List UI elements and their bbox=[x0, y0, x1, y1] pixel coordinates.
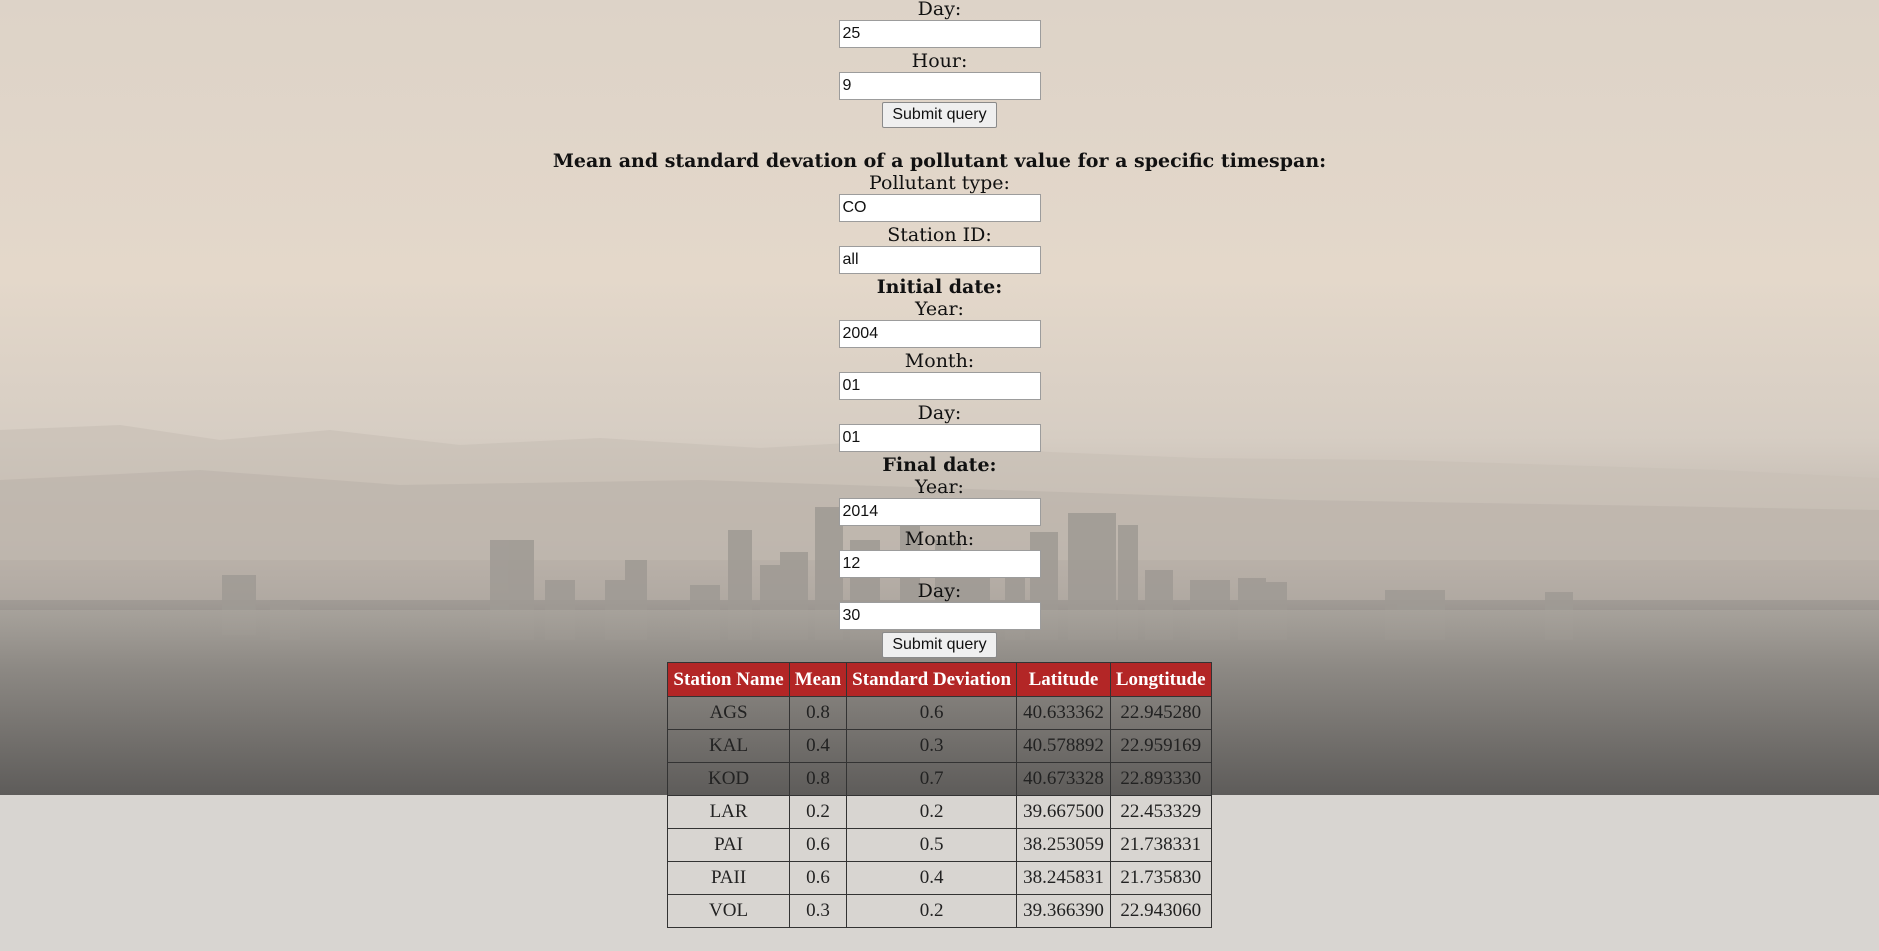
latitude-cell: 39.667500 bbox=[1016, 795, 1111, 829]
longitude-cell: 21.738331 bbox=[1109, 828, 1212, 862]
station-name-cell: KAL bbox=[667, 729, 790, 763]
station-name-cell: PAII bbox=[667, 861, 790, 895]
final-day-label: Day: bbox=[917, 580, 962, 602]
latitude-cell: 39.366390 bbox=[1016, 894, 1111, 928]
longitude-cell: 22.945280 bbox=[1109, 696, 1212, 730]
initial-date-heading: Initial date: bbox=[876, 276, 1003, 298]
std-dev-cell: 0.4 bbox=[846, 861, 1018, 895]
header-standard-deviation: Standard Deviation bbox=[846, 662, 1018, 697]
latitude-cell: 40.673328 bbox=[1016, 762, 1111, 796]
latitude-cell: 38.253059 bbox=[1016, 828, 1111, 862]
header-station-name: Station Name bbox=[667, 662, 790, 697]
final-month-input[interactable] bbox=[838, 550, 1041, 578]
latitude-cell: 38.245831 bbox=[1016, 861, 1111, 895]
initial-year-label: Year: bbox=[915, 298, 964, 320]
station-id-label: Station ID: bbox=[887, 224, 992, 246]
std-dev-cell: 0.5 bbox=[846, 828, 1018, 862]
table-row: PAII 0.6 0.4 38.245831 21.735830 bbox=[667, 861, 1212, 895]
submit-query-button[interactable]: Submit query bbox=[882, 102, 997, 128]
section-title: Mean and standard devation of a pollutan… bbox=[552, 150, 1327, 172]
std-dev-cell: 0.2 bbox=[846, 795, 1018, 829]
final-date-heading: Final date: bbox=[882, 454, 997, 476]
day-input[interactable] bbox=[838, 20, 1041, 48]
initial-month-label: Month: bbox=[904, 350, 975, 372]
std-dev-cell: 0.3 bbox=[846, 729, 1018, 763]
table-row: PAI 0.6 0.5 38.253059 21.738331 bbox=[667, 828, 1212, 862]
results-table: Station Name Mean Standard Deviation Lat… bbox=[667, 662, 1212, 928]
initial-year-input[interactable] bbox=[838, 320, 1041, 348]
table-row: VOL 0.3 0.2 39.366390 22.943060 bbox=[667, 894, 1212, 928]
final-day-input[interactable] bbox=[838, 602, 1041, 630]
mean-cell: 0.8 bbox=[788, 762, 848, 796]
final-year-label: Year: bbox=[915, 476, 964, 498]
longitude-cell: 22.453329 bbox=[1109, 795, 1212, 829]
longitude-cell: 22.893330 bbox=[1109, 762, 1212, 796]
latitude-cell: 40.633362 bbox=[1016, 696, 1111, 730]
header-mean: Mean bbox=[788, 662, 848, 697]
table-header-row: Station Name Mean Standard Deviation Lat… bbox=[667, 662, 1212, 697]
latitude-cell: 40.578892 bbox=[1016, 729, 1111, 763]
mean-cell: 0.3 bbox=[788, 894, 848, 928]
mean-cell: 0.4 bbox=[788, 729, 848, 763]
mean-cell: 0.6 bbox=[788, 828, 848, 862]
hour-input[interactable] bbox=[838, 72, 1041, 100]
station-id-input[interactable] bbox=[838, 246, 1041, 274]
std-dev-cell: 0.6 bbox=[846, 696, 1018, 730]
table-row: KAL 0.4 0.3 40.578892 22.959169 bbox=[667, 729, 1212, 763]
station-name-cell: LAR bbox=[667, 795, 790, 829]
submit-query-button-2[interactable]: Submit query bbox=[882, 632, 997, 658]
header-longtitude: Longtitude bbox=[1109, 662, 1212, 697]
mean-cell: 0.6 bbox=[788, 861, 848, 895]
header-latitude: Latitude bbox=[1016, 662, 1111, 697]
final-month-label: Month: bbox=[904, 528, 975, 550]
std-dev-cell: 0.7 bbox=[846, 762, 1018, 796]
station-name-cell: AGS bbox=[667, 696, 790, 730]
longitude-cell: 22.943060 bbox=[1109, 894, 1212, 928]
table-row: AGS 0.8 0.6 40.633362 22.945280 bbox=[667, 696, 1212, 730]
mean-cell: 0.8 bbox=[788, 696, 848, 730]
table-row: KOD 0.8 0.7 40.673328 22.893330 bbox=[667, 762, 1212, 796]
hour-label: Hour: bbox=[911, 50, 968, 72]
std-dev-cell: 0.2 bbox=[846, 894, 1018, 928]
final-year-input[interactable] bbox=[838, 498, 1041, 526]
pollutant-type-label: Pollutant type: bbox=[869, 172, 1010, 194]
initial-month-input[interactable] bbox=[838, 372, 1041, 400]
main-content: Day: Hour: Submit query Mean and standar… bbox=[0, 0, 1879, 928]
mean-cell: 0.2 bbox=[788, 795, 848, 829]
longitude-cell: 22.959169 bbox=[1109, 729, 1212, 763]
pollutant-type-input[interactable] bbox=[838, 194, 1041, 222]
initial-day-label: Day: bbox=[917, 402, 962, 424]
station-name-cell: KOD bbox=[667, 762, 790, 796]
longitude-cell: 21.735830 bbox=[1109, 861, 1212, 895]
table-row: LAR 0.2 0.2 39.667500 22.453329 bbox=[667, 795, 1212, 829]
initial-day-input[interactable] bbox=[838, 424, 1041, 452]
station-name-cell: PAI bbox=[667, 828, 790, 862]
day-label: Day: bbox=[917, 0, 962, 20]
station-name-cell: VOL bbox=[667, 894, 790, 928]
